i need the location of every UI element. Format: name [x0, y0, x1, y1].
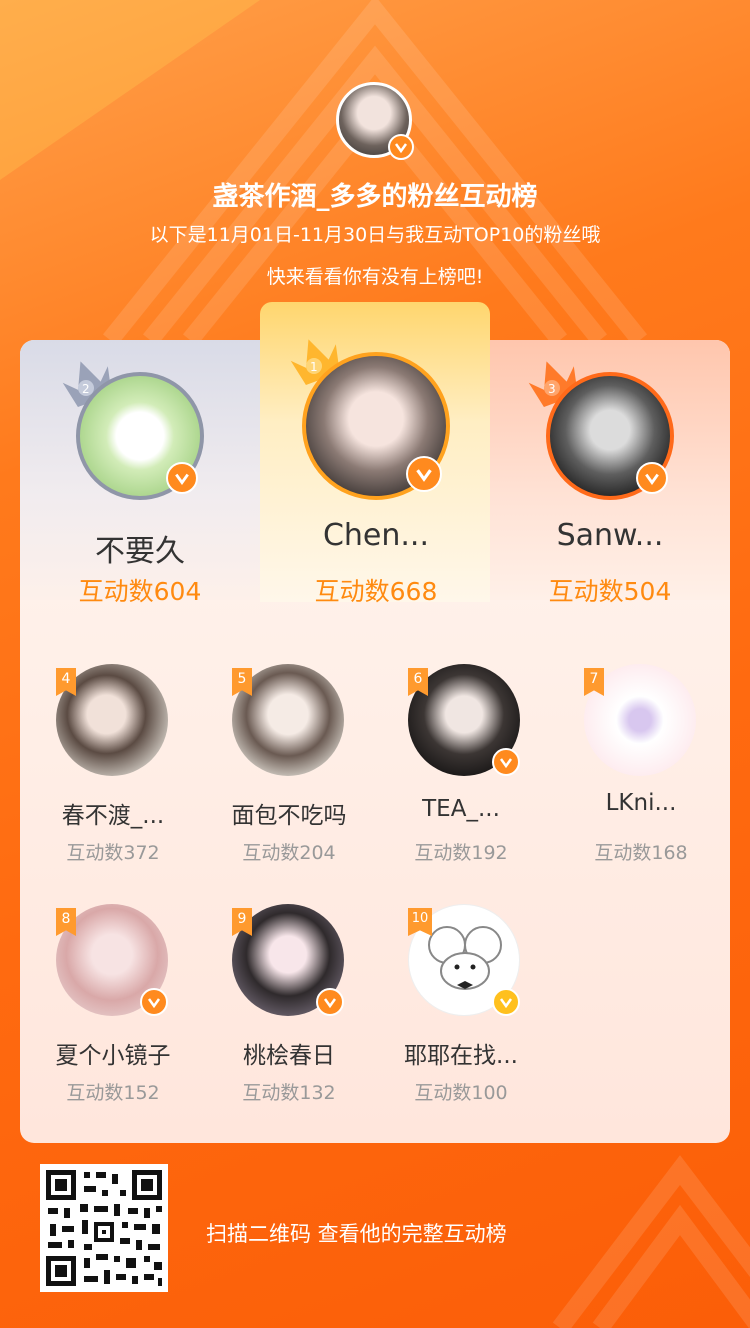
qr-code[interactable]	[40, 1164, 168, 1292]
fan-count: 互动数168	[594, 842, 688, 864]
subtitle-date-range: 以下是11月01日-11月30日与我互动TOP10的粉丝哦	[149, 224, 601, 246]
fan-count: 互动数132	[242, 1082, 336, 1104]
subtitle-prompt: 快来看看你有没有上榜吧!	[266, 266, 484, 288]
fan-name[interactable]: LKni...	[566, 790, 716, 816]
verified-icon	[166, 462, 198, 494]
verified-icon	[316, 988, 344, 1016]
svg-text:3: 3	[548, 382, 556, 396]
fan-count: 互动数192	[414, 842, 508, 864]
verified-icon	[492, 988, 520, 1016]
fan-count: 互动数100	[414, 1082, 508, 1104]
fan-name[interactable]: 面包不吃吗	[214, 796, 364, 830]
podium-third-name[interactable]: Sanw...	[510, 518, 710, 553]
fan-name[interactable]: TEA_...	[386, 796, 536, 822]
verified-icon	[406, 456, 442, 492]
podium-second-name[interactable]: 不要久	[40, 526, 240, 570]
fan-name[interactable]: 春不渡_...	[38, 796, 188, 830]
podium-second-count: 互动数604	[78, 577, 202, 606]
podium-first-count: 互动数668	[314, 577, 438, 606]
podium-first-name[interactable]: Chen...	[276, 518, 476, 553]
verified-icon	[140, 988, 168, 1016]
fan-name[interactable]: 桃桧春日	[214, 1036, 364, 1070]
fan-count: 互动数204	[242, 842, 336, 864]
fan-count: 互动数152	[66, 1082, 160, 1104]
fan-count: 互动数372	[66, 842, 160, 864]
verified-icon	[388, 134, 414, 160]
verified-icon	[636, 462, 668, 494]
qr-caption: 扫描二维码 查看他的完整互动榜	[206, 1222, 507, 1246]
page-title: 盏茶作酒_多多的粉丝互动榜	[212, 182, 538, 212]
svg-text:1: 1	[310, 360, 318, 374]
podium-third-count: 互动数504	[548, 577, 672, 606]
fan-name[interactable]: 夏个小镜子	[38, 1036, 188, 1070]
verified-icon	[492, 748, 520, 776]
fan-name[interactable]: 耶耶在找...	[386, 1036, 536, 1070]
svg-text:2: 2	[82, 382, 90, 396]
